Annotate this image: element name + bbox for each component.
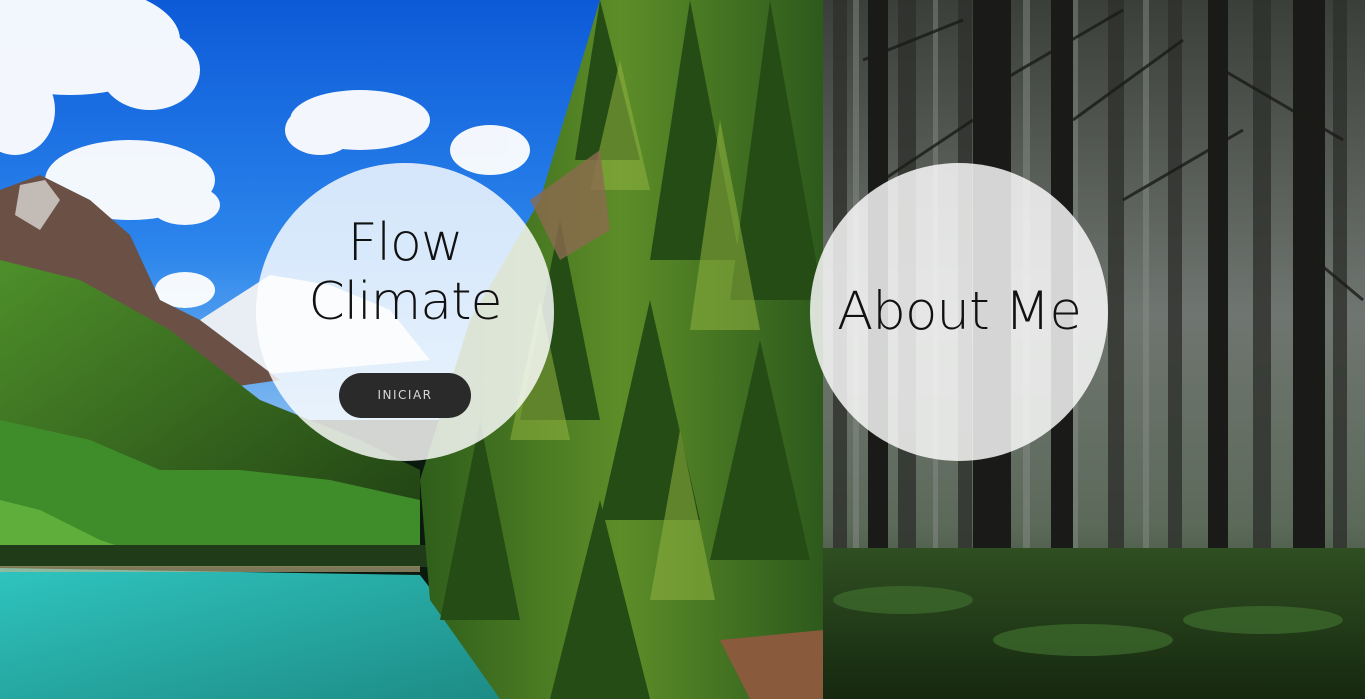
iniciar-button[interactable]: INICIAR: [339, 372, 471, 418]
landing-page: Flow Climate INICIAR About Me: [0, 0, 1365, 699]
flow-climate-card[interactable]: Flow Climate INICIAR: [256, 163, 554, 461]
flow-climate-title: Flow Climate: [308, 213, 502, 332]
about-me-card[interactable]: About Me: [810, 163, 1108, 461]
about-me-title: About Me: [837, 281, 1082, 343]
